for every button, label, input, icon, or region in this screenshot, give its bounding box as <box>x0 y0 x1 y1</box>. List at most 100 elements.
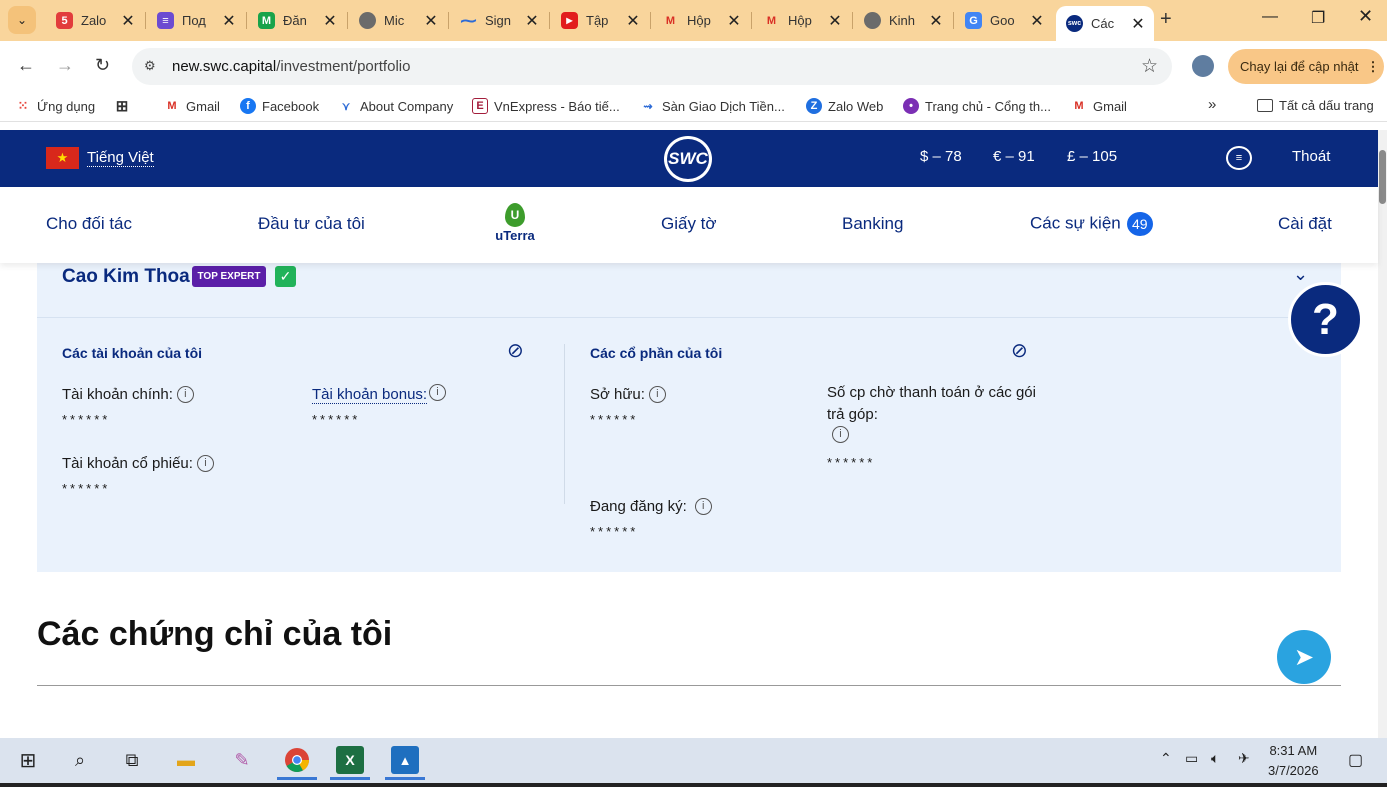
tab-green-m[interactable]: M Đăn ✕ <box>248 6 348 35</box>
bookmark-zalo-web[interactable]: Z Zalo Web <box>806 98 883 114</box>
all-bookmarks-button[interactable]: Tất cả dấu trang <box>1257 98 1374 113</box>
translate-icon: G <box>965 12 982 29</box>
uterra-drop-icon: U <box>505 203 525 227</box>
bookmark-exchange[interactable]: ⇝ Sàn Giao Dịch Tiền... <box>640 98 784 114</box>
back-arrow-icon[interactable]: ← <box>17 55 35 76</box>
minimize-icon[interactable]: — <box>1262 8 1278 26</box>
tab-globe[interactable]: Mic ✕ <box>349 6 449 35</box>
close-tab-icon[interactable]: ✕ <box>1027 11 1047 31</box>
tray-expand-icon[interactable]: ⌃ <box>1160 750 1172 767</box>
main-account-label: Tài khoản chính: i <box>62 386 194 403</box>
close-window-icon[interactable]: ✕ <box>1358 6 1373 27</box>
tab-globe-2[interactable]: Kinh ✕ <box>854 6 954 35</box>
file-explorer-icon[interactable]: ▬ <box>172 746 200 774</box>
excel-icon[interactable]: X <box>330 746 370 780</box>
tab-search-chevron-icon[interactable]: ⌄ <box>8 6 36 34</box>
hide-eye-icon[interactable]: ⊘ <box>507 338 524 363</box>
bookmark-grid[interactable]: ⊞ <box>114 98 136 115</box>
close-tab-icon[interactable]: ✕ <box>522 11 542 31</box>
taskbar-clock[interactable]: 8:31 AM 3/7/2026 <box>1268 741 1319 781</box>
tab-google-translate[interactable]: G Goo ✕ <box>955 6 1053 35</box>
bookmark-vnexpress[interactable]: E VnExpress - Báo tiế... <box>472 98 620 114</box>
paint-icon[interactable]: ✎ <box>228 746 256 774</box>
bonus-account-link[interactable]: Tài khoản bonus: <box>312 386 428 404</box>
site-info-icon[interactable]: ⚙ <box>144 58 156 74</box>
collapse-chevron-icon[interactable]: ⌄ <box>1293 264 1308 285</box>
close-tab-icon[interactable]: ✕ <box>320 11 340 31</box>
tab-gmail-1[interactable]: M Hộp ✕ <box>652 6 752 35</box>
scrollbar-thumb[interactable] <box>1379 150 1386 204</box>
battery-icon[interactable]: ▭ <box>1185 750 1198 767</box>
nav-partners[interactable]: Cho đối tác <box>46 214 132 234</box>
info-icon[interactable]: i <box>196 455 214 472</box>
bookmark-about-company[interactable]: ⋎ About Company <box>338 98 453 114</box>
swc-favicon-icon: swc <box>1066 15 1083 32</box>
bookmark-label: Trang chủ - Cổng th... <box>925 98 1051 114</box>
update-relaunch-button[interactable]: Chạy lại để cập nhật ⋮ <box>1228 49 1384 84</box>
close-tab-icon[interactable]: ✕ <box>623 11 643 31</box>
help-button[interactable]: ? <box>1288 282 1363 357</box>
bookmark-star-icon[interactable]: ☆ <box>1141 55 1158 78</box>
info-icon[interactable]: i <box>429 384 446 401</box>
chat-icon[interactable]: ≡ <box>1226 146 1252 170</box>
profile-avatar[interactable] <box>1192 55 1214 77</box>
more-menu-icon[interactable]: ⋮ <box>1367 59 1380 75</box>
vietnam-flag-icon[interactable]: ★ <box>46 147 79 169</box>
hide-eye-icon[interactable]: ⊘ <box>1011 338 1028 363</box>
bookmark-apps[interactable]: ⁙ Ứng dụng <box>15 98 96 114</box>
close-tab-icon[interactable]: ✕ <box>219 11 239 31</box>
page-scrollbar[interactable] <box>1378 130 1387 738</box>
logout-link[interactable]: Thoát <box>1292 148 1330 165</box>
owned-value: ****** <box>590 412 639 427</box>
close-tab-icon[interactable]: ✕ <box>118 11 138 31</box>
nav-events[interactable]: Các sự kiện 49 <box>1030 212 1153 236</box>
nav-documents[interactable]: Giấy tờ <box>661 214 717 234</box>
info-icon[interactable]: i <box>176 386 194 403</box>
volume-icon[interactable]: 🔈︎ <box>1211 750 1219 767</box>
close-tab-icon[interactable]: ✕ <box>1128 14 1148 34</box>
reload-icon[interactable]: ↻ <box>95 55 110 76</box>
info-icon[interactable]: i <box>832 426 849 443</box>
nav-settings[interactable]: Cài đặt <box>1278 214 1332 234</box>
nav-my-investments[interactable]: Đầu tư của tôi <box>258 214 365 234</box>
language-selector[interactable]: Tiếng Việt <box>87 149 154 167</box>
swc-logo[interactable]: SWC <box>664 136 712 182</box>
restore-icon[interactable]: ❐ <box>1311 8 1325 28</box>
url-text[interactable]: new.swc.capital/investment/portfolio <box>172 58 410 75</box>
bookmark-gmail[interactable]: M Gmail <box>164 98 220 114</box>
windows-start-icon[interactable]: ⊞ <box>14 746 42 774</box>
close-tab-icon[interactable]: ✕ <box>926 11 946 31</box>
tab-swc-active[interactable]: swc Các ✕ <box>1056 6 1154 41</box>
close-tab-icon[interactable]: ✕ <box>724 11 744 31</box>
close-tab-icon[interactable]: ✕ <box>825 11 845 31</box>
close-tab-icon[interactable]: ✕ <box>421 11 441 31</box>
info-icon[interactable]: i <box>648 386 666 403</box>
bookmark-facebook[interactable]: f Facebook <box>240 98 319 114</box>
photos-icon[interactable]: ▲ <box>385 746 425 780</box>
chrome-icon[interactable] <box>277 746 317 780</box>
search-icon[interactable]: ⌕ <box>66 746 94 774</box>
url-field[interactable]: ⚙ new.swc.capital/investment/portfolio ☆ <box>132 48 1172 85</box>
screen-bottom-edge <box>0 783 1387 787</box>
telegram-icon[interactable]: ➤ <box>1277 630 1331 684</box>
bookmark-gmail-2[interactable]: M Gmail <box>1071 98 1127 114</box>
forward-arrow-icon[interactable]: → <box>56 55 74 76</box>
bookmark-portal[interactable]: • Trang chủ - Cổng th... <box>903 98 1051 114</box>
tab-sign[interactable]: ⁓ Sign ✕ <box>450 6 550 35</box>
info-icon[interactable]: i <box>694 498 712 515</box>
nav-uterra-logo[interactable]: U uTerra <box>492 203 538 243</box>
bookmarks-overflow-button[interactable]: » <box>1208 96 1216 113</box>
notification-icon[interactable]: ▢ <box>1348 750 1363 770</box>
new-tab-icon[interactable]: + <box>1160 8 1172 31</box>
url-path: /investment/portfolio <box>276 58 411 75</box>
tab-label: Hộp <box>788 13 812 28</box>
tab-youtube[interactable]: ▶ Tập ✕ <box>551 6 651 35</box>
nav-banking[interactable]: Banking <box>842 214 903 234</box>
tab-forms[interactable]: ≡ Под ✕ <box>147 6 247 35</box>
task-view-icon[interactable]: ⧉ <box>118 746 146 774</box>
tab-gmail-2[interactable]: M Hộp ✕ <box>753 6 853 35</box>
airplane-mode-icon[interactable]: ✈︎ <box>1238 750 1250 767</box>
stock-account-text: Tài khoản cổ phiếu: <box>62 455 193 472</box>
tab-zalo[interactable]: 5 Zalo ✕ <box>46 6 146 35</box>
site-top-bar: ★ Tiếng Việt SWC $ – 78 € – 91 £ – 105 ≡… <box>0 130 1378 187</box>
